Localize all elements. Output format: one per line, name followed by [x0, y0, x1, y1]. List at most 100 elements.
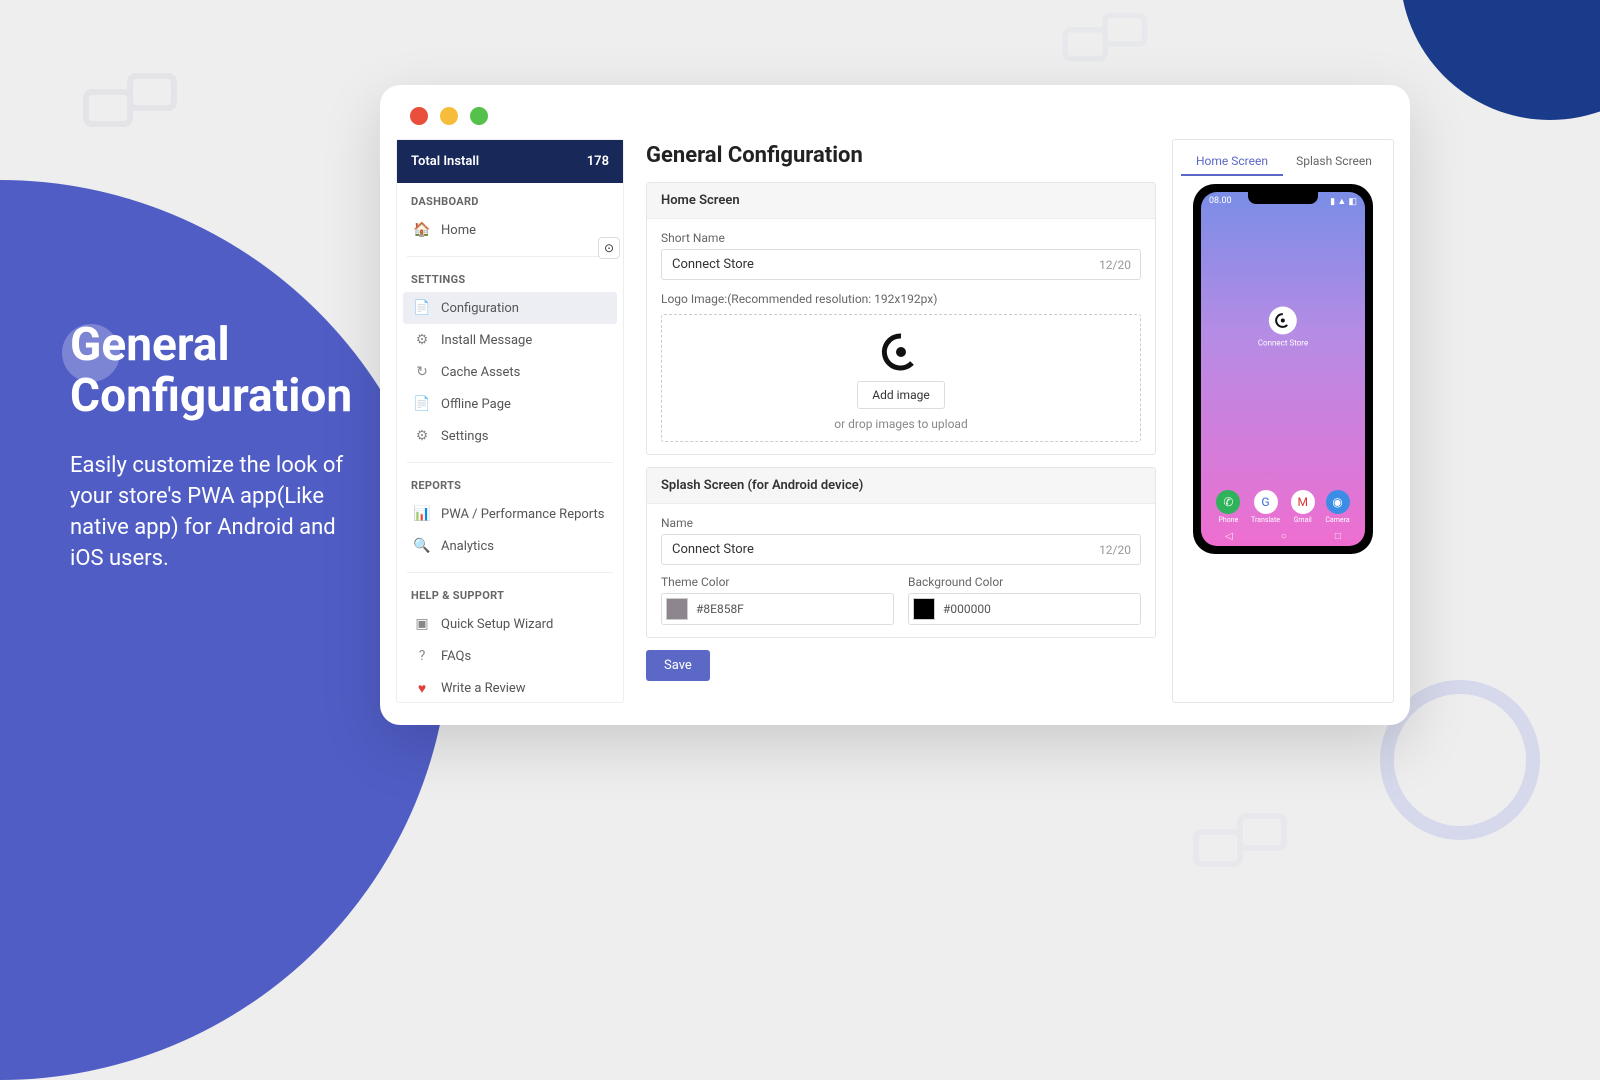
- chart-icon: 📊: [413, 505, 431, 523]
- home-screen-card: Home Screen Short Name 12/20 Logo Image:…: [646, 182, 1156, 455]
- card-header-home: Home Screen: [647, 183, 1155, 219]
- add-image-button[interactable]: Add image: [857, 381, 944, 409]
- logo-dropzone[interactable]: Add image or drop images to upload: [661, 314, 1141, 442]
- sidebar: Total Install 178 DASHBOARD 🏠 Home SETTIN…: [396, 139, 624, 703]
- sidebar-item-wizard[interactable]: ▣Quick Setup Wizard: [403, 608, 617, 640]
- heart-icon: ♥: [413, 679, 431, 697]
- sidebar-label: Analytics: [441, 539, 494, 554]
- sidebar-item-settings[interactable]: ⚙ Settings: [403, 420, 617, 452]
- sidebar-label: Configuration: [441, 301, 519, 316]
- sidebar-item-offline-page[interactable]: 📄 Offline Page: [403, 388, 617, 420]
- divider: [407, 462, 613, 463]
- section-dashboard: DASHBOARD: [397, 183, 623, 214]
- sidebar-item-cache-assets[interactable]: ↻ Cache Assets: [403, 356, 617, 388]
- nav-recent-icon: □: [1335, 531, 1341, 542]
- sidebar-label: Cache Assets: [441, 365, 520, 380]
- theme-color-value: #8E858F: [696, 602, 744, 616]
- short-name-input[interactable]: [661, 249, 1141, 280]
- close-dot[interactable]: [410, 107, 428, 125]
- content-area: General Configuration Home Screen Short …: [646, 139, 1156, 703]
- phone-dock: ✆ Phone G Translate M Gmail ◉ Camera: [1201, 490, 1365, 524]
- install-label: Total Install: [411, 154, 479, 169]
- splash-name-input[interactable]: [661, 534, 1141, 565]
- dock-label: Phone: [1216, 516, 1240, 524]
- analytics-icon: 🔍: [413, 537, 431, 555]
- theme-swatch: [666, 598, 688, 620]
- preview-panel: Home Screen Splash Screen 08.00 ▮ ▲ ◧ Co…: [1172, 139, 1394, 703]
- signal-icon: ▮ ▲ ◧: [1330, 196, 1357, 207]
- tab-home-screen[interactable]: Home Screen: [1181, 148, 1283, 176]
- sidebar-item-home[interactable]: 🏠 Home: [403, 214, 617, 246]
- page-icon: 📄: [413, 395, 431, 413]
- sidebar-label: Home: [441, 223, 476, 238]
- app-window: Total Install 178 DASHBOARD 🏠 Home SETTIN…: [380, 85, 1410, 725]
- splash-name-label: Name: [661, 516, 1141, 530]
- sidebar-label: Offline Page: [441, 397, 511, 412]
- phone-navbar: ◁ ○ □: [1201, 531, 1365, 542]
- decor-link-icon: [1060, 10, 1150, 64]
- save-button[interactable]: Save: [646, 650, 710, 681]
- section-reports: REPORTS: [397, 467, 623, 498]
- drop-hint: or drop images to upload: [672, 417, 1130, 431]
- home-icon: 🏠: [413, 221, 431, 239]
- collapse-sidebar-button[interactable]: ⊙: [598, 237, 620, 259]
- logo-preview: [880, 331, 922, 373]
- minimize-dot[interactable]: [440, 107, 458, 125]
- phone-app-label: Connect Store: [1258, 338, 1308, 347]
- marketing-panel: GeneralConfiguration Easily customize th…: [70, 320, 370, 574]
- settings-icon: ⚙: [413, 427, 431, 445]
- bg-color-input[interactable]: #000000: [908, 593, 1141, 625]
- page-title: General Configuration: [646, 143, 1156, 168]
- phone-app-icon: Connect Store: [1258, 306, 1308, 347]
- gear-icon: ⚙: [413, 331, 431, 349]
- sidebar-item-analytics[interactable]: 🔍 Analytics: [403, 530, 617, 562]
- total-install-bar: Total Install 178: [397, 140, 623, 183]
- theme-color-input[interactable]: #8E858F: [661, 593, 894, 625]
- decor-link-icon: [80, 70, 180, 130]
- logo-label: Logo Image:(Recommended resolution: 192x…: [661, 292, 1141, 306]
- sidebar-item-performance[interactable]: 📊 PWA / Performance Reports: [403, 498, 617, 530]
- sidebar-label: FAQs: [441, 649, 471, 664]
- translate-icon: G: [1254, 490, 1278, 514]
- sidebar-label: PWA / Performance Reports: [441, 507, 604, 522]
- window-controls: [380, 85, 1410, 139]
- divider: [407, 256, 613, 257]
- sidebar-label: Settings: [441, 429, 488, 444]
- section-settings: SETTINGS: [397, 261, 623, 292]
- phone-notch: [1248, 192, 1318, 204]
- card-header-splash: Splash Screen (for Android device): [647, 468, 1155, 504]
- sidebar-item-configuration[interactable]: 📄 Configuration: [403, 292, 617, 324]
- config-icon: 📄: [413, 299, 431, 317]
- bg-circle-topright: [1400, 0, 1600, 120]
- sidebar-label: Install Message: [441, 333, 532, 348]
- dock-label: Gmail: [1291, 516, 1315, 524]
- nav-home-icon: ○: [1281, 531, 1287, 542]
- help-icon: ?: [413, 647, 431, 665]
- camera-icon: ◉: [1326, 490, 1350, 514]
- phone-mockup: 08.00 ▮ ▲ ◧ Connect Store ✆ Phone G Transl…: [1193, 184, 1373, 554]
- theme-color-label: Theme Color: [661, 575, 894, 589]
- sidebar-item-review[interactable]: ♥Write a Review: [403, 672, 617, 704]
- phone-icon: ✆: [1216, 490, 1240, 514]
- divider: [407, 572, 613, 573]
- maximize-dot[interactable]: [470, 107, 488, 125]
- refresh-icon: ↻: [413, 363, 431, 381]
- tab-splash-screen[interactable]: Splash Screen: [1283, 148, 1385, 176]
- marketing-title: GeneralConfiguration: [70, 320, 370, 421]
- bg-color-label: Background Color: [908, 575, 1141, 589]
- dock-label: Translate: [1251, 516, 1280, 524]
- bg-color-value: #000000: [943, 602, 991, 616]
- phone-time: 08.00: [1209, 196, 1232, 207]
- bg-swatch: [913, 598, 935, 620]
- marketing-desc: Easily customize the look of your store'…: [70, 451, 370, 574]
- splash-screen-card: Splash Screen (for Android device) Name …: [646, 467, 1156, 638]
- gmail-icon: M: [1291, 490, 1315, 514]
- short-name-label: Short Name: [661, 231, 1141, 245]
- sidebar-item-faqs[interactable]: ? FAQs: [403, 640, 617, 672]
- sidebar-item-install-message[interactable]: ⚙ Install Message: [403, 324, 617, 356]
- dock-label: Camera: [1325, 516, 1349, 524]
- short-name-counter: 12/20: [1099, 258, 1131, 272]
- section-help: HELP & SUPPORT: [397, 577, 623, 608]
- nav-back-icon: ◁: [1225, 531, 1233, 542]
- install-count: 178: [587, 154, 609, 169]
